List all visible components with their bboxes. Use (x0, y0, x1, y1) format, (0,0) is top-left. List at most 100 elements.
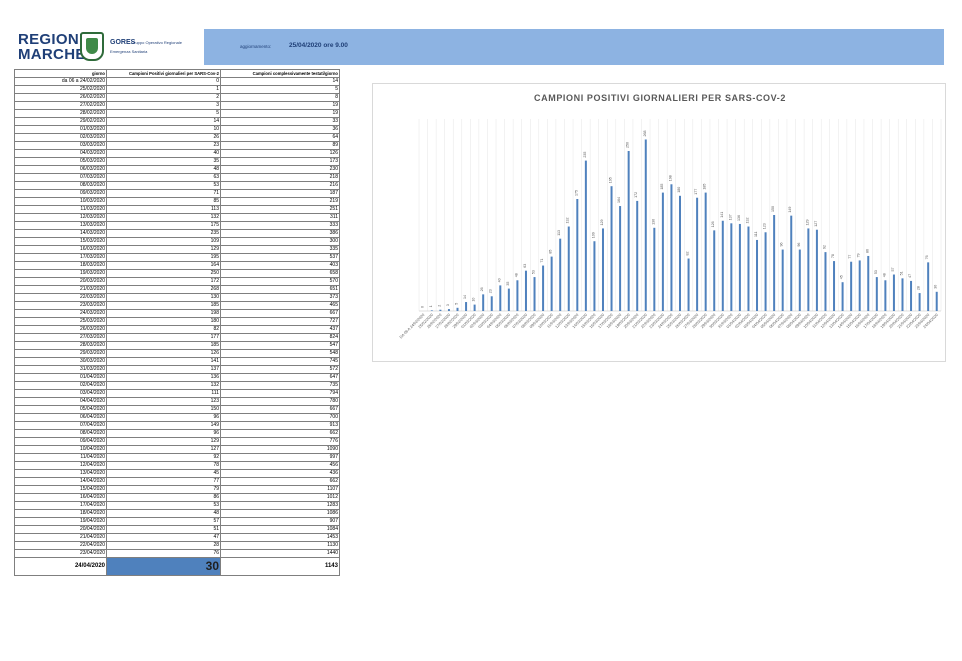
cell-date: 22/04/2020 (14, 541, 107, 550)
table-body: da 06 a 24/02/2020 0 14 25/02/2020 1 5 26/02/2… (14, 77, 340, 576)
cell-tested: 33 (220, 117, 340, 126)
cell-date: 14/04/2020 (14, 477, 107, 486)
table-row: 08/04/2020 96 662 (14, 429, 340, 438)
data-label: 78 (831, 254, 835, 258)
cell-tested: 373 (220, 293, 340, 302)
cell-tested: 667 (220, 309, 340, 318)
bar (730, 223, 733, 311)
table-row: 01/04/2020 136 647 (14, 373, 340, 382)
bar (619, 206, 622, 311)
cell-date: 18/04/2020 (14, 509, 107, 518)
data-label: 35 (506, 282, 510, 286)
data-label: 123 (763, 223, 767, 229)
bar (456, 307, 459, 311)
cell-tested: 465 (220, 301, 340, 310)
table-row: 06/04/2020 96 700 (14, 413, 340, 422)
cell-date: 11/03/2020 (14, 205, 107, 214)
cell-positive: 150 (106, 405, 221, 414)
cell-positive: 172 (106, 277, 221, 286)
logo-text: REGIONE MARCHE (18, 32, 89, 62)
cell-positive: 126 (106, 349, 221, 358)
data-label: 96 (797, 243, 801, 247)
cell-tested: 997 (220, 453, 340, 462)
data-label: 235 (583, 152, 587, 158)
bar (867, 255, 870, 311)
cell-positive: 26 (106, 133, 221, 142)
column-header-positive: Campioni Positivi giornalieri per SARS-C… (106, 69, 221, 78)
table-row: 08/03/2020 53 216 (14, 181, 340, 190)
cell-date: 31/03/2020 (14, 365, 107, 374)
cell-positive: 76 (106, 549, 221, 558)
table-row: 22/03/2020 130 373 (14, 293, 340, 302)
table-row: 02/03/2020 26 64 (14, 133, 340, 142)
table-row: 26/02/2020 2 8 (14, 93, 340, 102)
cell-tested: 1130 (220, 541, 340, 550)
cell-date: 17/04/2020 (14, 501, 107, 510)
cell-date: 16/03/2020 (14, 245, 107, 254)
cell-positive: 2 (106, 93, 221, 102)
bar (764, 232, 767, 311)
table-row: 20/03/2020 172 570 (14, 277, 340, 286)
chart-panel: CAMPIONI POSITIVI GIORNALIERI PER SARS-C… (372, 83, 946, 362)
logo-line-2: MARCHE (18, 46, 86, 63)
table-row: 27/02/2020 3 19 (14, 101, 340, 110)
table-row: 27/03/2020 177 824 (14, 333, 340, 342)
data-label: 132 (566, 218, 570, 224)
cell-date: 23/03/2020 (14, 301, 107, 310)
data-label: 45 (840, 275, 844, 279)
table-row: 09/04/2020 129 776 (14, 437, 340, 446)
cell-date: 22/03/2020 (14, 293, 107, 302)
bar (507, 288, 510, 311)
cell-tested: 19 (220, 109, 340, 118)
table-row: 25/02/2020 1 5 (14, 85, 340, 94)
table-total-row: 24/04/2020 30 1143 (14, 557, 340, 576)
cell-tested: 36 (220, 125, 340, 134)
data-label: 185 (703, 184, 707, 190)
cell-date: 01/03/2020 (14, 125, 107, 134)
cell-positive: 48 (106, 509, 221, 518)
cell-date: 12/04/2020 (14, 461, 107, 470)
cell-tested: 173 (220, 157, 340, 166)
cell-tested: 662 (220, 429, 340, 438)
table-row: 22/04/2020 28 1130 (14, 541, 340, 550)
cell-positive: 79 (106, 485, 221, 494)
cell-positive: 129 (106, 437, 221, 446)
cell-positive: 48 (106, 165, 221, 174)
cell-tested: 1107 (220, 485, 340, 494)
data-label: 150 (771, 206, 775, 212)
total-cell-date: 24/04/2020 (14, 557, 107, 576)
table-row: 04/03/2020 40 126 (14, 149, 340, 158)
bar (901, 278, 904, 311)
org-desc-2: Emergenza Sanitaria (110, 49, 148, 54)
cell-date: 03/04/2020 (14, 389, 107, 398)
bar (721, 220, 724, 311)
table-row: 11/04/2020 92 997 (14, 453, 340, 462)
table-row: 02/04/2020 132 735 (14, 381, 340, 390)
cell-positive: 23 (106, 141, 221, 150)
cell-positive: 0 (106, 77, 221, 86)
cell-tested: 403 (220, 261, 340, 270)
cell-positive: 164 (106, 261, 221, 270)
table-row: 28/03/2020 185 547 (14, 341, 340, 350)
data-label: 92 (822, 245, 826, 249)
cell-date: 04/04/2020 (14, 397, 107, 406)
cell-tested: 647 (220, 373, 340, 382)
cell-positive: 132 (106, 213, 221, 222)
data-label: 63 (523, 264, 527, 268)
bar (798, 249, 801, 311)
data-label: 48 (882, 273, 886, 277)
cell-tested: 700 (220, 413, 340, 422)
table-row: 15/04/2020 79 1107 (14, 485, 340, 494)
data-label: 175 (574, 190, 578, 196)
cell-date: 08/03/2020 (14, 181, 107, 190)
total-cell-positive: 30 (106, 557, 221, 576)
bar (927, 262, 930, 311)
cell-tested: 126 (220, 149, 340, 158)
cell-positive: 35 (106, 157, 221, 166)
data-label: 127 (814, 221, 818, 227)
table-row: 12/04/2020 78 456 (14, 461, 340, 470)
cell-tested: 8 (220, 93, 340, 102)
bar (790, 215, 793, 311)
update-value: 25/04/2020 ore 9.00 (289, 42, 348, 49)
data-label: 250 (626, 142, 630, 148)
